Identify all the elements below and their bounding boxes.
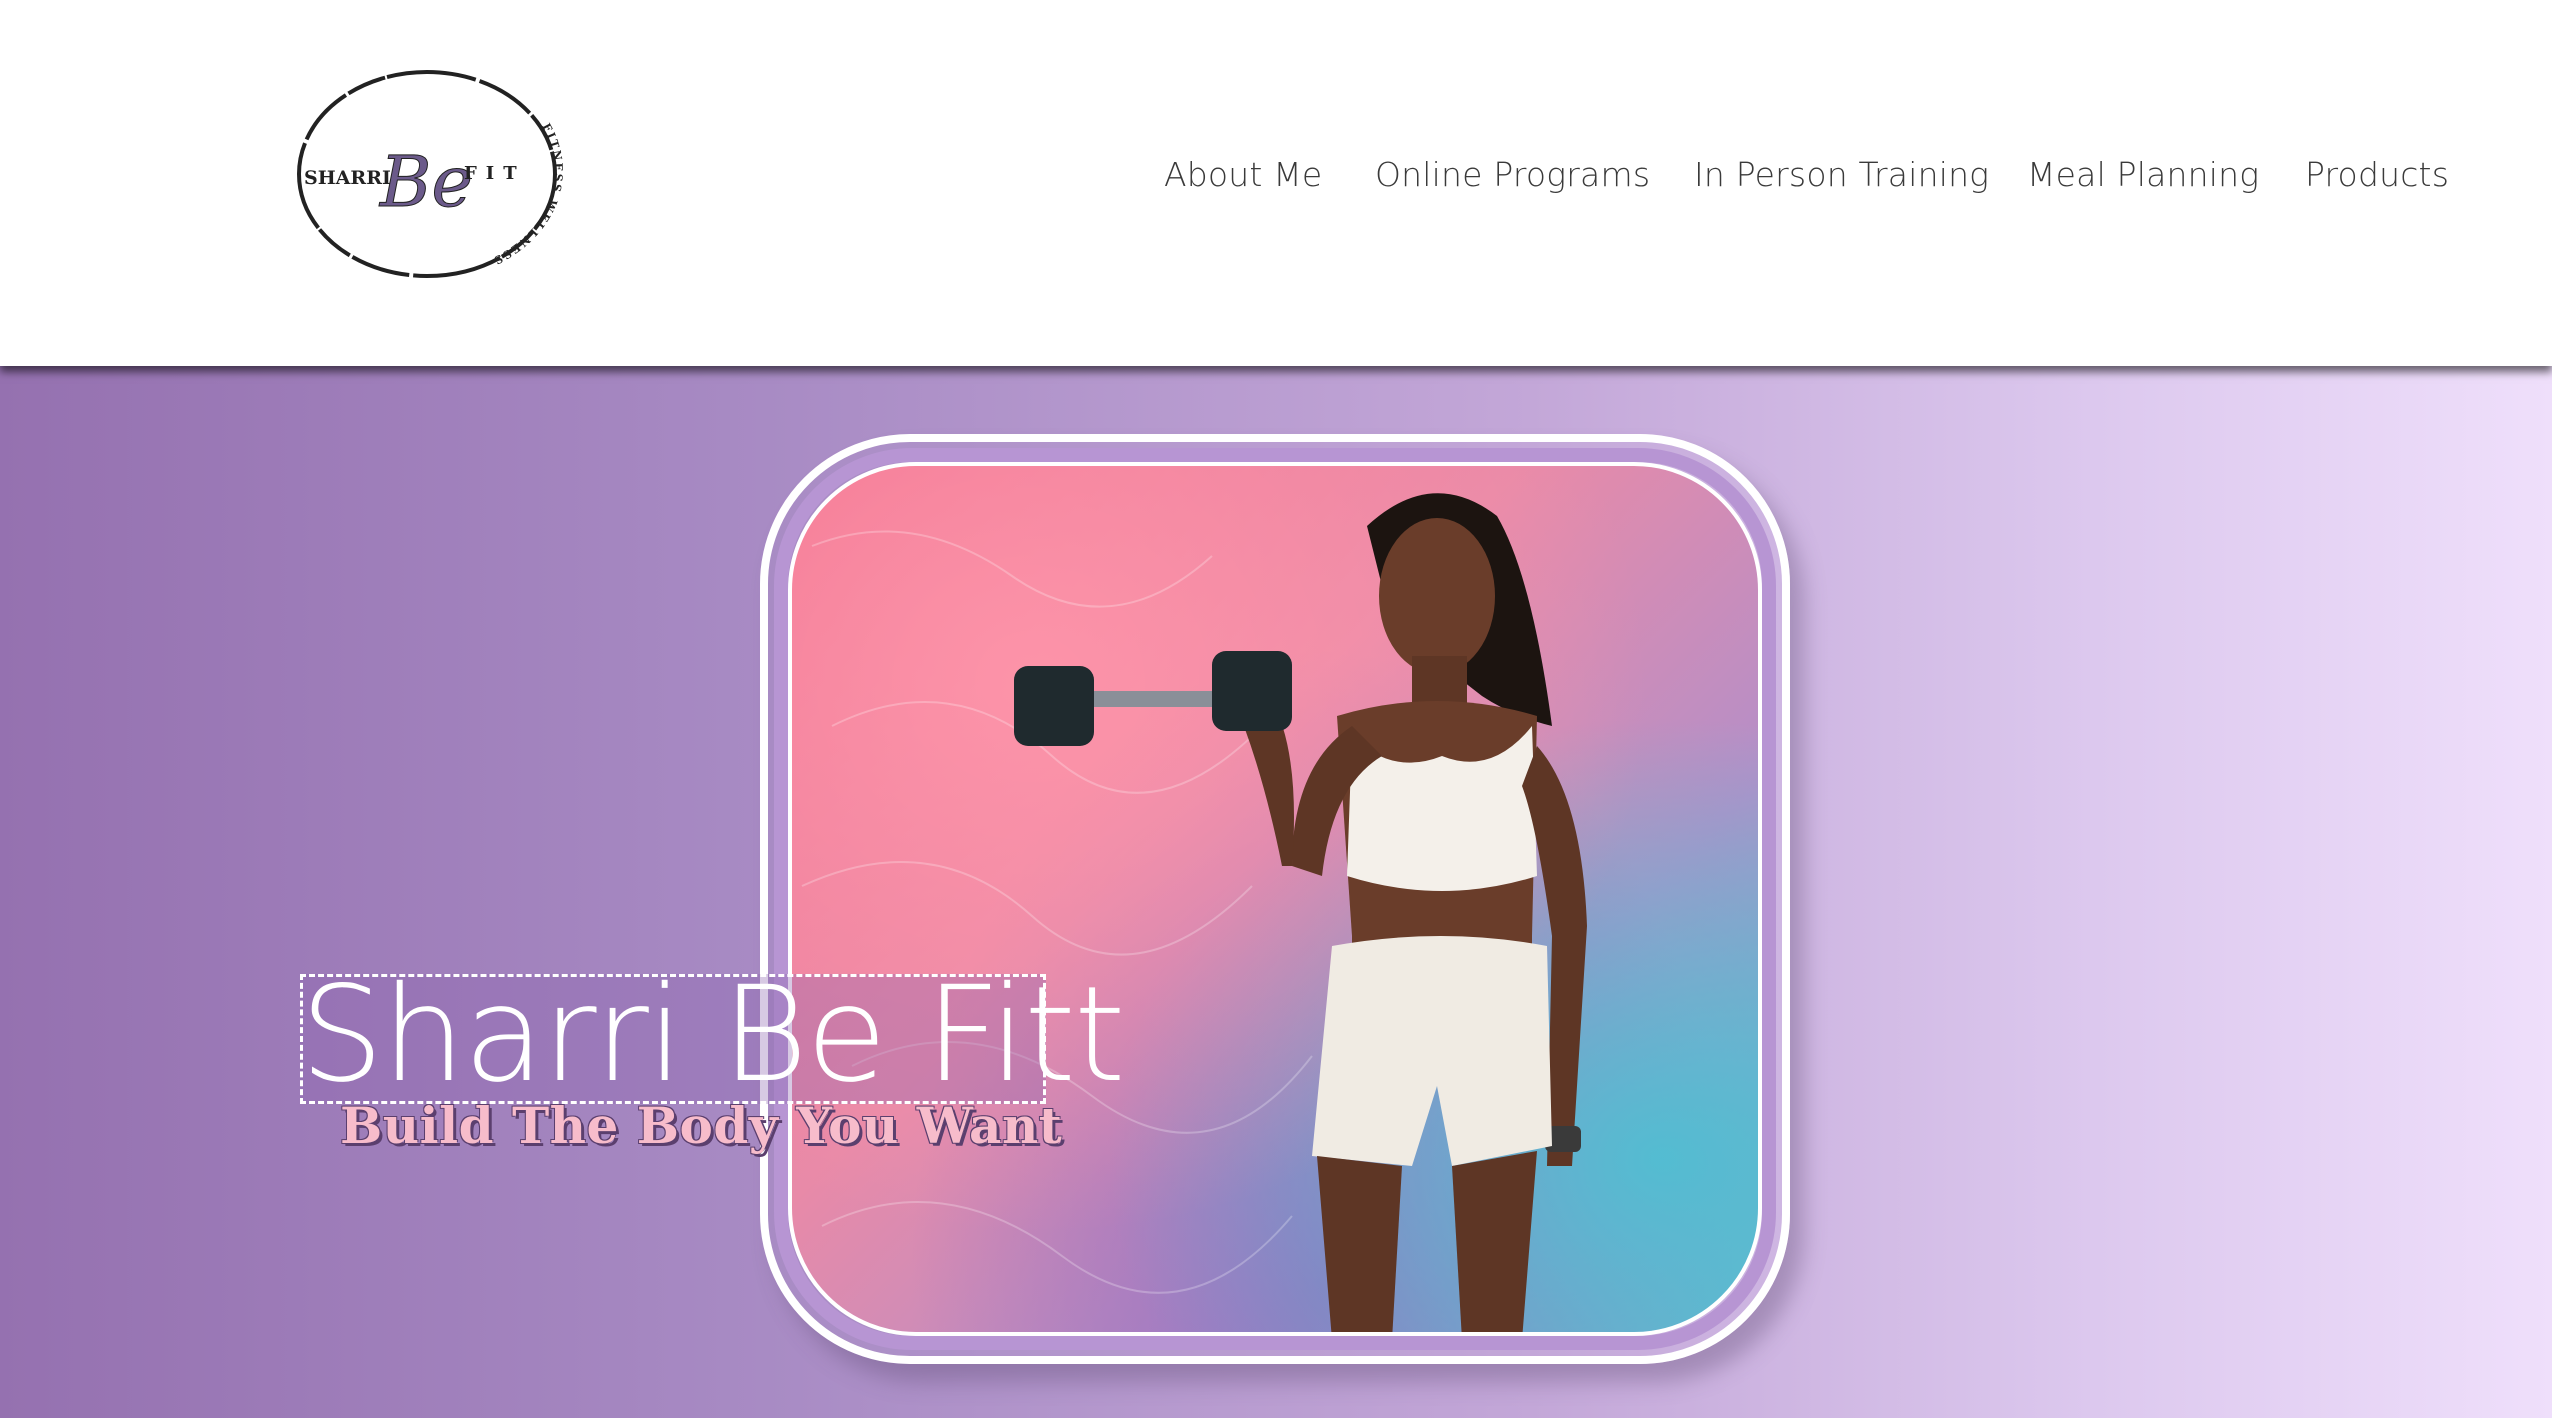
- nav-meal-planning[interactable]: Meal Planning: [2027, 155, 2259, 194]
- hero-subtitle: Build The Body You Want: [340, 1096, 1063, 1155]
- nav-products[interactable]: Products: [2305, 155, 2449, 194]
- nav-in-person-training[interactable]: In Person Training: [1694, 155, 1989, 194]
- trainer-figure: [801, 493, 1587, 1332]
- hero-title: Sharri Be Fitt: [300, 958, 1126, 1112]
- site-header: SHARRI Be FIT FITNESS WELLNESS About Me …: [0, 0, 2552, 366]
- main-nav: About Me Online Programs In Person Train…: [0, 155, 2552, 205]
- nav-online-programs[interactable]: Online Programs: [1375, 155, 1650, 194]
- nav-about-me[interactable]: About Me: [1164, 155, 1322, 194]
- hero-photo: [788, 462, 1762, 1336]
